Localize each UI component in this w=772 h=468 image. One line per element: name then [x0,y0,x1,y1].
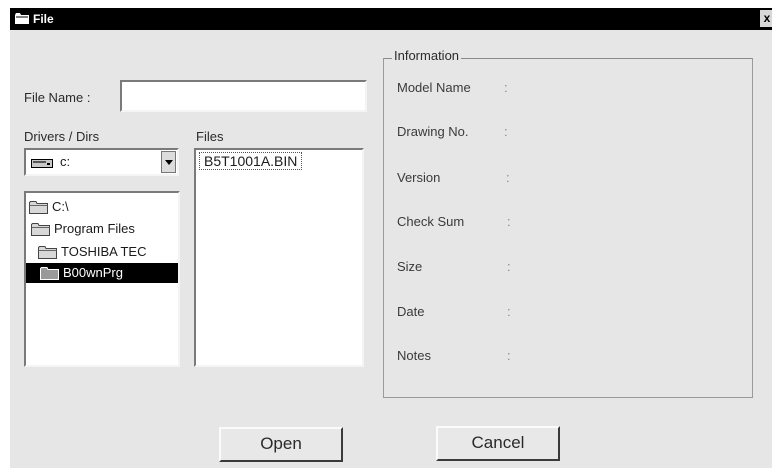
cancel-button[interactable]: Cancel [436,426,560,461]
dir-label: TOSHIBA TEC [61,244,147,259]
chevron-down-icon[interactable] [161,151,176,173]
hard-drive-icon [31,159,53,168]
info-colon: : [507,259,511,274]
drivers-dirs-label: Drivers / Dirs [24,129,100,144]
info-colon: : [507,214,511,229]
dir-item-b00wnprg[interactable]: B00wnPrg [26,263,178,283]
file-name-label: File Name : [24,90,91,105]
info-colon: : [504,80,508,95]
dir-item-toshiba-tec[interactable]: TOSHIBA TEC [38,242,178,262]
info-model-name-label: Model Name [397,80,471,95]
file-item[interactable]: B5T1001A.BIN [199,152,303,170]
info-version-label: Version [397,170,441,185]
info-notes-label: Notes [397,348,431,363]
info-colon: : [506,170,510,185]
dir-item-program-files[interactable]: Program Files [31,219,181,239]
information-legend: Information [392,48,462,63]
info-drawing-no-label: Drawing No. [397,124,469,139]
drive-select[interactable]: c: [24,148,179,176]
directory-list[interactable]: C:\ Program Files TOSHIBA TEC B00wnPrg [24,191,180,367]
dir-item-c-root[interactable]: C:\ [29,197,89,217]
info-check-sum-label: Check Sum [397,214,465,229]
files-label: Files [196,129,224,144]
file-name-input[interactable] [120,80,367,112]
dir-label: B00wnPrg [63,265,123,280]
dir-label: Program Files [54,221,135,236]
folder-icon [40,267,59,280]
folder-open-icon [29,201,48,214]
info-size-label: Size [397,259,423,274]
file-dialog: File x File Name : Drivers / Dirs c: C:\… [10,8,772,468]
selected-drive: c: [60,154,71,169]
info-colon: : [507,348,511,363]
folder-open-icon [31,223,50,236]
close-button[interactable]: x [760,10,772,27]
info-colon: : [504,124,508,139]
info-colon: : [507,304,511,319]
open-button[interactable]: Open [219,427,343,462]
folder-icon [15,13,29,24]
title-bar[interactable]: File x [10,8,772,30]
folder-open-icon [38,246,57,259]
files-list[interactable]: B5T1001A.BIN [194,148,364,367]
dir-label: C:\ [52,199,69,214]
window-title: File [33,12,54,26]
info-date-label: Date [397,304,425,319]
